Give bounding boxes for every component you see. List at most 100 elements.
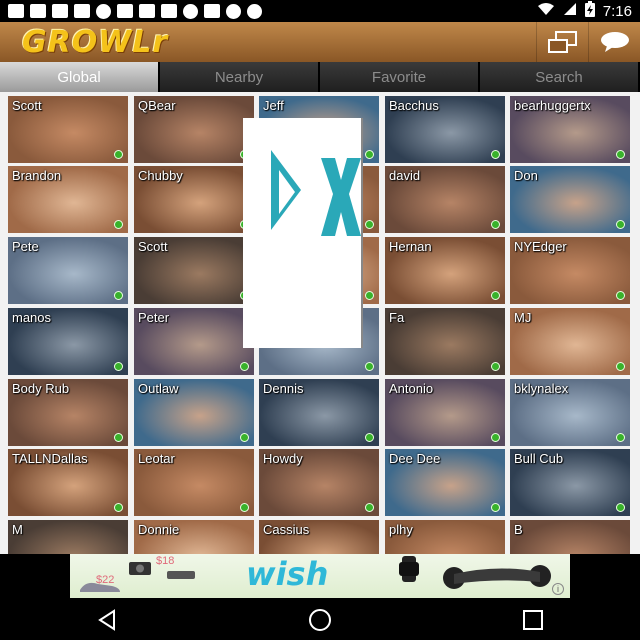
profile-card[interactable]: Howdy [259,449,379,516]
profile-name: Hernan [389,239,432,254]
online-indicator [616,362,625,371]
status-bar: 7:16 [0,0,640,22]
online-indicator [491,220,500,229]
chat-button[interactable] [588,22,640,62]
wifi-icon [537,2,555,20]
profile-name: bklynalex [514,381,569,396]
online-indicator [114,220,123,229]
profile-name: Outlaw [138,381,179,396]
profile-card[interactable]: bearhuggertx [510,96,630,163]
profile-card[interactable]: QBear [134,96,254,163]
profile-name: Antonio [389,381,434,396]
profile-card[interactable]: Bacchus [385,96,505,163]
profile-card[interactable]: NYEdger [510,237,630,304]
profile-card[interactable]: MJ [510,308,630,375]
profile-card[interactable]: bklynalex [510,379,630,446]
hoverboard-icon [443,565,551,589]
online-indicator [616,503,625,512]
profile-name: Howdy [263,451,303,466]
profile-name: Dennis [263,381,304,396]
profile-name: B [514,522,523,537]
profile-card[interactable]: Body Rub [8,379,128,446]
profile-name: TALLNDallas [12,451,88,466]
online-indicator [240,433,249,442]
facebook-icon [117,4,133,18]
ad-banner[interactable]: $22 $18 wish i [70,554,570,598]
profile-card[interactable]: Scott [134,237,254,304]
profile-name: bearhuggertx [514,98,591,113]
growlr-icon [139,4,155,18]
profile-card[interactable]: M [8,520,128,554]
ad-price-2: $18 [156,555,175,567]
profile-name: manos [12,310,52,325]
profile-card[interactable]: manos [8,308,128,375]
profile-card[interactable]: Dee Dee [385,449,505,516]
status-time: 7:16 [602,2,632,20]
profile-card[interactable]: david [385,166,505,233]
multi-window-button[interactable] [536,22,588,62]
recents-button[interactable] [513,604,553,636]
ad-info-icon[interactable]: i [552,583,564,595]
profile-name: QBear [138,98,176,113]
tab-favorite[interactable]: Favorite [320,62,480,92]
profile-card[interactable]: Donnie [134,520,254,554]
profile-card[interactable]: B [510,520,630,554]
app-bar: GROWLr [0,22,640,62]
profile-name: Bull Cub [514,451,564,466]
profile-name: Brandon [12,168,62,183]
profile-name: Fa [389,310,405,325]
online-indicator [616,150,625,159]
online-indicator [114,433,123,442]
back-icon [97,609,115,631]
app-bar-actions [536,22,640,62]
online-indicator [114,291,123,300]
back-button[interactable] [87,604,127,636]
home-icon [308,609,331,631]
online-indicator [114,362,123,371]
profile-card[interactable]: Leotar [134,449,254,516]
online-indicator [616,220,625,229]
profile-name: NYEdger [514,239,567,254]
profile-card[interactable]: Scott [8,96,128,163]
online-indicator [365,291,374,300]
profile-card[interactable]: Don [510,166,630,233]
growlr-icon [204,4,220,18]
profile-name: Bacchus [389,98,439,113]
app-logo: GROWLr [22,24,169,60]
ad-brand: wish [246,555,329,593]
profile-card[interactable]: Fa [385,308,505,375]
profile-name: Scott [12,98,42,113]
profile-card[interactable]: Antonio [385,379,505,446]
profile-card[interactable]: plhy [385,520,505,554]
notification-icons [8,3,262,19]
profile-card[interactable]: Chubby [134,166,254,233]
profile-card[interactable]: Dennis [259,379,379,446]
online-indicator [365,220,374,229]
profile-card[interactable]: Pete [8,237,128,304]
linkedin-icon [74,4,90,18]
profile-name: david [389,168,421,183]
profile-card[interactable]: Cassius [259,520,379,554]
online-indicator [114,503,123,512]
ad-price-1: $22 [96,574,115,586]
online-indicator [491,291,500,300]
profile-card[interactable]: Bull Cub [510,449,630,516]
profile-name: Dee Dee [389,451,441,466]
online-indicator [240,503,249,512]
profile-name: Scott [138,239,168,254]
profile-name: M [12,522,23,537]
profile-card[interactable]: Brandon [8,166,128,233]
profile-card[interactable]: Outlaw [134,379,254,446]
tab-search[interactable]: Search [480,62,640,92]
profile-name: Body Rub [12,381,70,396]
ad-strip: $22 $18 wish i [0,554,640,600]
profile-card[interactable]: Peter [134,308,254,375]
profile-name: Donnie [138,522,180,537]
tab-global[interactable]: Global [0,62,160,92]
battery-charging-icon [584,1,595,21]
profile-card[interactable]: Hernan [385,237,505,304]
home-button[interactable] [300,604,340,636]
online-indicator [365,433,374,442]
tab-nearby[interactable]: Nearby [160,62,320,92]
profile-card[interactable]: TALLNDallas [8,449,128,516]
